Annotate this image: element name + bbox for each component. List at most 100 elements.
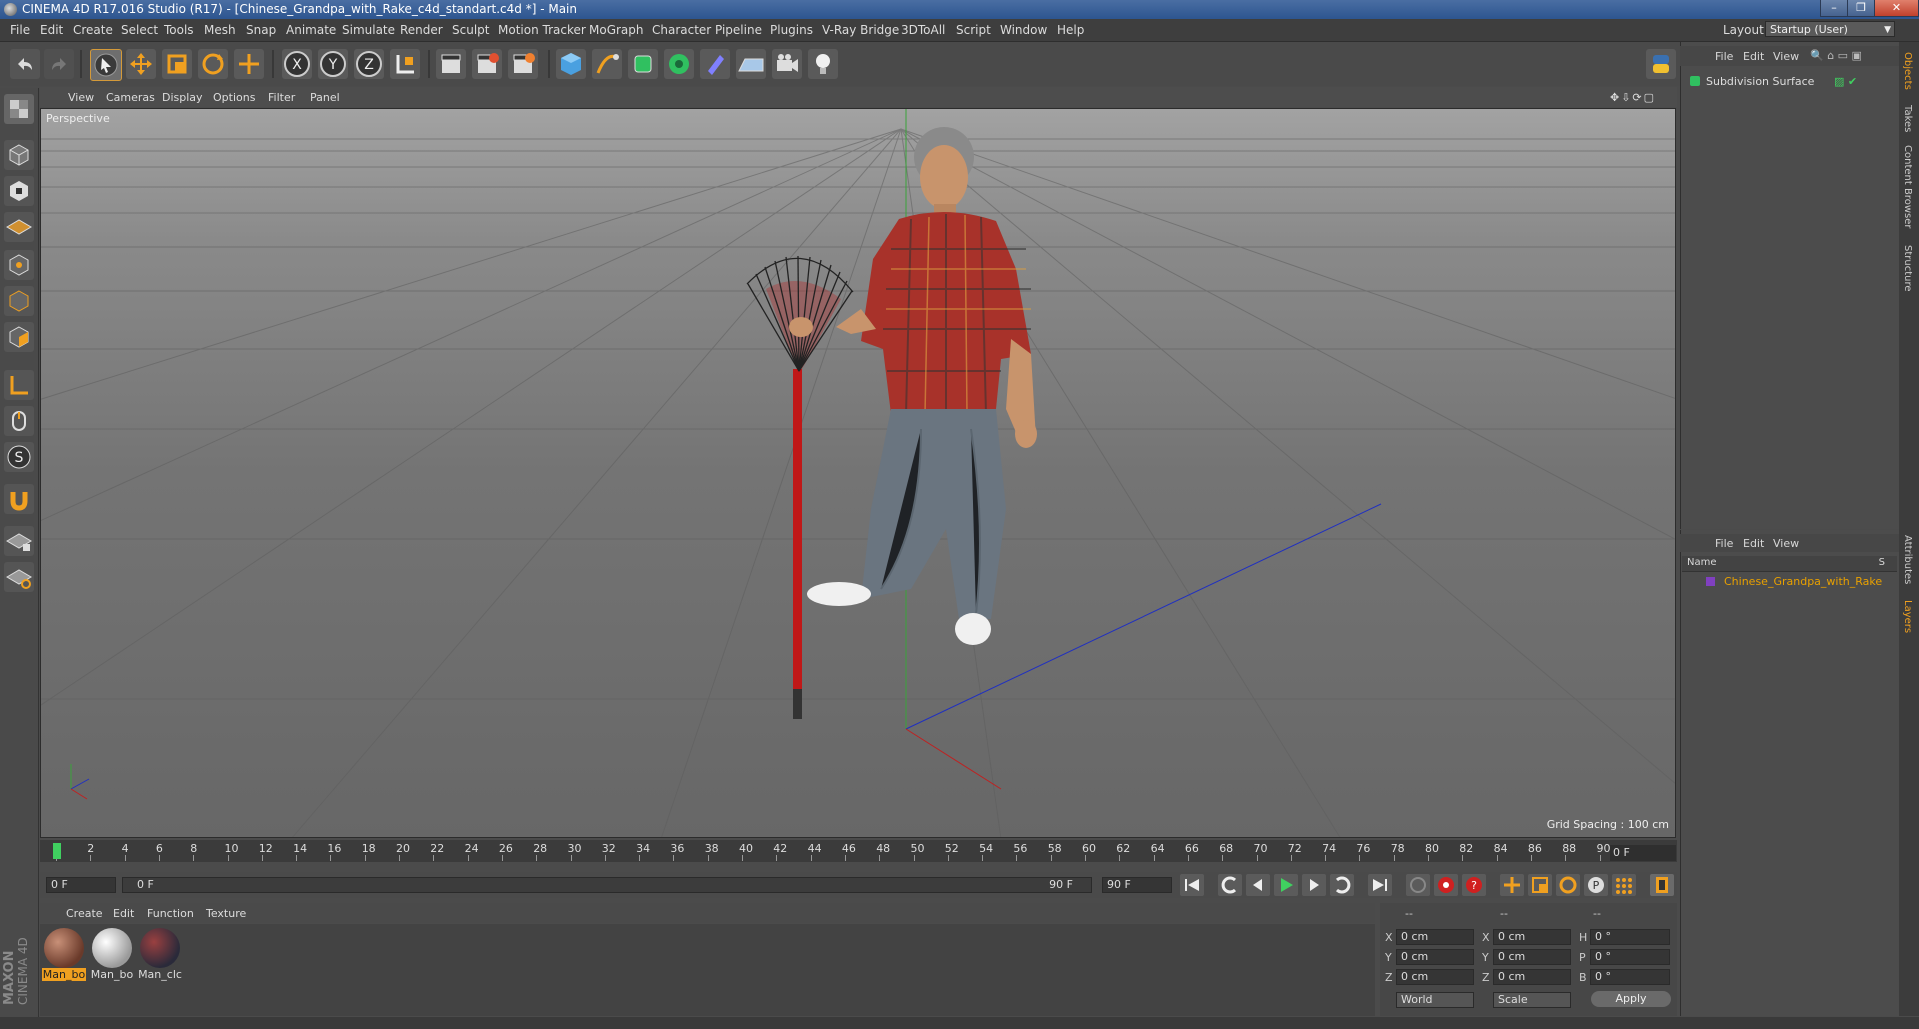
key-position-button[interactable] [1500, 874, 1524, 896]
points-mode-button[interactable] [4, 250, 34, 280]
rotation-p-field[interactable]: 0 ° [1590, 949, 1670, 965]
position-y-field[interactable]: 0 cm [1396, 949, 1474, 965]
frame-range-slider[interactable]: 0 F 90 F [122, 877, 1092, 893]
rotate-tool-button[interactable] [198, 49, 228, 79]
menu-select[interactable]: Select [121, 23, 158, 37]
key-parameter-button[interactable]: P [1584, 874, 1608, 896]
spline-pen-button[interactable] [592, 49, 622, 79]
cube-object-button[interactable] [556, 49, 586, 79]
minimize-button[interactable]: – [1820, 0, 1848, 17]
viewport-menu-options[interactable]: Options [213, 91, 255, 104]
menu-file[interactable]: File [10, 23, 30, 37]
menu-animate[interactable]: Animate [286, 23, 336, 37]
close-button[interactable]: ✕ [1874, 0, 1919, 17]
previous-key-button[interactable] [1218, 874, 1242, 896]
menu-plugins[interactable]: Plugins [770, 23, 813, 37]
x-axis-button[interactable]: X [282, 49, 312, 79]
tweak-mode-button[interactable] [4, 406, 34, 436]
menu-edit[interactable]: Edit [40, 23, 63, 37]
render-to-picture-viewer-button[interactable] [472, 49, 502, 79]
menu-3dtoall[interactable]: 3DToAll [901, 23, 945, 37]
tab-objects[interactable]: Objects [1902, 52, 1913, 90]
subdivision-surface-button[interactable] [628, 49, 658, 79]
rotation-b-field[interactable]: 0 ° [1590, 969, 1670, 985]
autokey-button[interactable]: ? [1462, 874, 1486, 896]
menu-motion-tracker[interactable]: Motion Tracker [498, 23, 586, 37]
viewport-perspective[interactable]: Perspective Grid Spacing : 100 cm [40, 108, 1676, 838]
play-button[interactable] [1274, 874, 1298, 896]
polygons-mode-button[interactable] [4, 322, 34, 352]
key-scale-button[interactable] [1528, 874, 1552, 896]
material-item[interactable]: Man_clc [138, 926, 182, 984]
menu-render[interactable]: Render [400, 23, 443, 37]
cloner-button[interactable] [664, 49, 694, 79]
edges-mode-button[interactable] [4, 286, 34, 316]
menu-tools[interactable]: Tools [164, 23, 194, 37]
redo-button[interactable] [44, 49, 74, 79]
viewport-menu-display[interactable]: Display [162, 91, 203, 104]
workplane-mode-button[interactable] [4, 212, 34, 242]
select-tool-button[interactable] [90, 49, 122, 81]
magnet-button[interactable] [4, 484, 34, 514]
apply-button[interactable]: Apply [1591, 991, 1671, 1007]
model-mode-button[interactable] [4, 140, 34, 170]
layer-menu-file[interactable]: File [1715, 537, 1733, 550]
snap-button[interactable]: S [4, 442, 34, 472]
previous-frame-button[interactable] [1246, 874, 1270, 896]
menu-window[interactable]: Window [1000, 23, 1047, 37]
menu-create[interactable]: Create [73, 23, 113, 37]
tab-structure[interactable]: Structure [1902, 245, 1913, 292]
texture-mode-button[interactable] [4, 176, 34, 206]
last-tool-button[interactable] [234, 49, 264, 79]
camera-button[interactable] [772, 49, 802, 79]
undo-button[interactable] [10, 49, 40, 79]
menu-mesh[interactable]: Mesh [204, 23, 236, 37]
go-to-start-button[interactable] [1180, 874, 1204, 896]
layout-select[interactable]: Startup (User) ▼ [1765, 21, 1895, 37]
layer-row[interactable]: Chinese_Grandpa_with_Rake [1684, 574, 1894, 590]
start-frame-field[interactable]: 0 F [46, 877, 116, 893]
python-button[interactable] [1646, 49, 1676, 79]
render-view-button[interactable] [436, 49, 466, 79]
floor-button[interactable] [736, 49, 766, 79]
material-menu-edit[interactable]: Edit [113, 907, 134, 920]
material-item[interactable]: Man_bo [42, 926, 86, 984]
menu-vray-bridge[interactable]: V-Ray Bridge [822, 23, 899, 37]
tab-takes[interactable]: Takes [1902, 105, 1913, 132]
menu-help[interactable]: Help [1057, 23, 1084, 37]
viewport-menu-view[interactable]: View [68, 91, 94, 104]
key-rotation-button[interactable] [1556, 874, 1580, 896]
menu-script[interactable]: Script [956, 23, 991, 37]
go-to-end-button[interactable] [1368, 874, 1392, 896]
z-axis-button[interactable]: Z [354, 49, 384, 79]
end-frame-field[interactable]: 90 F [1102, 877, 1172, 893]
deformer-button[interactable] [700, 49, 730, 79]
move-tool-button[interactable] [126, 49, 156, 79]
y-axis-button[interactable]: Y [318, 49, 348, 79]
object-menu-view[interactable]: View [1773, 50, 1799, 63]
record-button[interactable] [1434, 874, 1458, 896]
object-menu-edit[interactable]: Edit [1743, 50, 1764, 63]
menu-pipeline[interactable]: Pipeline [715, 23, 762, 37]
scale-tool-button[interactable] [162, 49, 192, 79]
record-disabled-button[interactable] [1406, 874, 1430, 896]
coordinate-system-button[interactable] [390, 49, 420, 79]
menu-character[interactable]: Character [652, 23, 711, 37]
timeline-layout-button[interactable] [1650, 874, 1674, 896]
current-frame-field[interactable]: 0 F [1610, 845, 1676, 861]
viewport-menu-filter[interactable]: Filter [268, 91, 295, 104]
viewport-menu-panel[interactable]: Panel [310, 91, 340, 104]
material-menu-texture[interactable]: Texture [206, 907, 246, 920]
render-settings-button[interactable] [508, 49, 538, 79]
material-menu-function[interactable]: Function [147, 907, 194, 920]
coordinate-space-select[interactable]: World [1396, 992, 1474, 1008]
planar-workplane-button[interactable] [4, 562, 34, 592]
menu-simulate[interactable]: Simulate [342, 23, 395, 37]
menu-mograph[interactable]: MoGraph [589, 23, 644, 37]
viewport-menu-cameras[interactable]: Cameras [106, 91, 155, 104]
tab-content-browser[interactable]: Content Browser [1902, 145, 1913, 228]
position-z-field[interactable]: 0 cm [1396, 969, 1474, 985]
tab-layers[interactable]: Layers [1902, 600, 1913, 633]
axis-mode-button[interactable] [4, 370, 34, 400]
light-button[interactable] [808, 49, 838, 79]
